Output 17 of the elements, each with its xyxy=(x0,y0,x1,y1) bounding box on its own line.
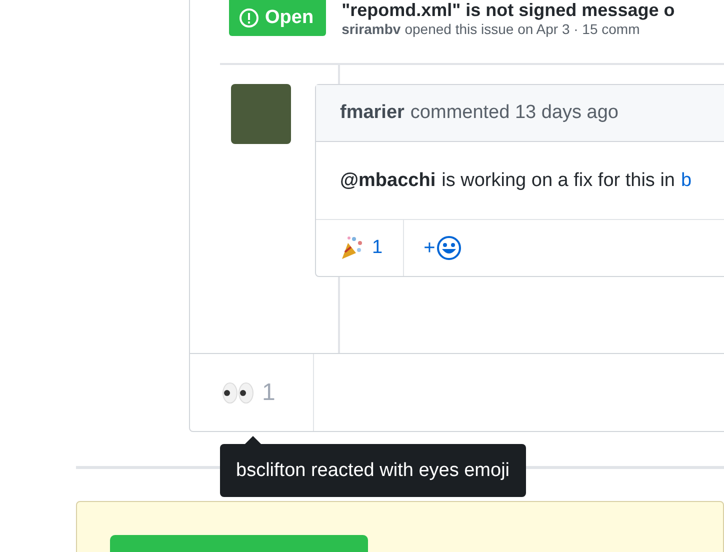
comment-time: commented 13 days ago xyxy=(410,102,618,124)
avatar-placeholder xyxy=(231,84,291,144)
comment-text: is working on a fix for this in xyxy=(442,170,675,192)
issue-title: "repomd.xml" is not signed message o xyxy=(342,0,675,20)
status-badge: Open xyxy=(229,0,326,36)
reaction-button[interactable]: 1 xyxy=(316,220,404,276)
party-popper-icon xyxy=(340,235,364,261)
author-name: srirambv xyxy=(342,21,401,37)
tooltip: bsclifton reacted with eyes emoji xyxy=(220,444,526,497)
eyes-icon xyxy=(222,382,254,404)
issue-meta: opened this issue on Apr 3 · 15 comm xyxy=(404,21,640,37)
mention: @mbacchi xyxy=(340,170,436,192)
issue-opened-icon xyxy=(239,8,259,28)
comment-link[interactable]: b xyxy=(681,170,692,192)
comment-author: fmarier xyxy=(340,102,404,124)
smiley-icon xyxy=(437,236,462,260)
add-reaction-button[interactable]: + xyxy=(404,220,482,276)
